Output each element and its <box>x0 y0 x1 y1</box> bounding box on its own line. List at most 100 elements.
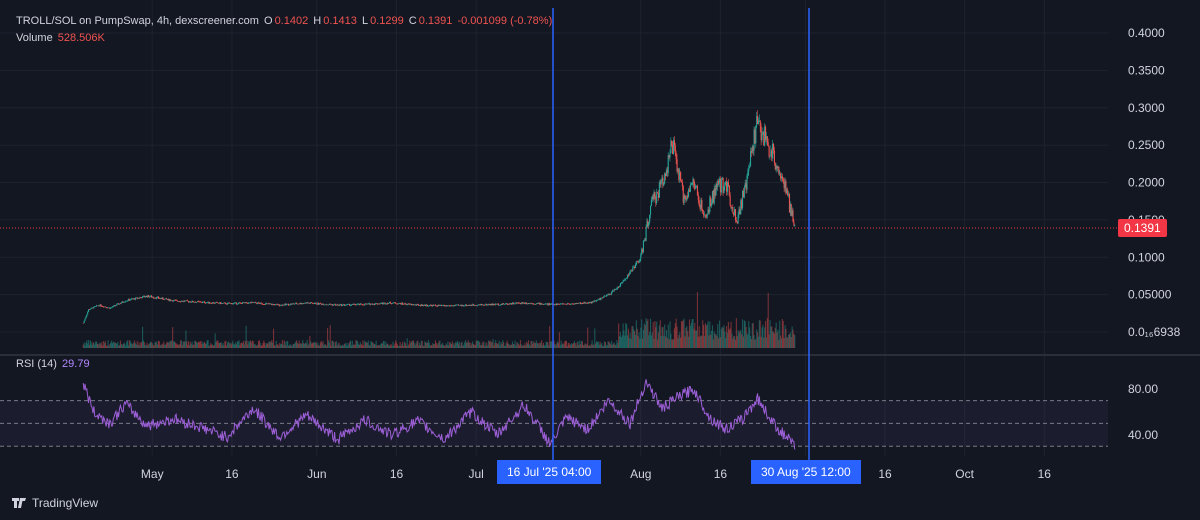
candle-body <box>385 303 387 305</box>
candle-body <box>513 303 515 305</box>
x-tick-label: Jun <box>307 467 326 481</box>
candle-body <box>499 304 501 306</box>
rsi-legend: RSI (14) 29.79 <box>16 358 92 370</box>
candle-body <box>115 305 117 306</box>
candle-body <box>213 303 215 304</box>
candle-body <box>729 195 731 206</box>
candle-body <box>462 304 464 306</box>
y-tick-label: 0.3500 <box>1128 63 1165 77</box>
candle-body <box>86 314 88 317</box>
candle-body <box>675 152 677 160</box>
candle-body <box>212 302 214 304</box>
candle-body <box>523 302 525 304</box>
close-label: C <box>408 15 417 27</box>
candle-body <box>493 303 495 305</box>
candle-body <box>119 303 122 305</box>
x-tick-label: 16 <box>1038 467 1052 481</box>
candle-body <box>203 301 206 303</box>
y-tick-label: 0.05000 <box>1128 288 1172 302</box>
candle-body <box>112 305 114 307</box>
candle-body <box>746 176 748 190</box>
rsi-value: 29.79 <box>62 358 90 370</box>
candle-body <box>84 318 86 321</box>
candle-body <box>605 295 607 297</box>
candle-body <box>778 166 780 174</box>
candle-body <box>157 296 160 299</box>
volume-value: 528.506K <box>57 32 105 44</box>
candle-body <box>524 303 526 305</box>
rsi-band <box>0 400 1108 447</box>
candle-body <box>402 302 404 305</box>
candle-body <box>749 151 752 167</box>
candle-body <box>759 120 761 127</box>
candle-body <box>380 303 382 305</box>
candle-body <box>658 182 660 198</box>
candle-body <box>747 171 749 177</box>
candle-body <box>728 185 730 196</box>
low-label: L <box>361 15 369 27</box>
candle-body <box>671 140 673 145</box>
candle-body <box>620 282 622 284</box>
candle-body <box>648 222 650 227</box>
candle-body <box>428 305 430 307</box>
candle-body <box>782 179 784 183</box>
candle-body <box>639 259 641 262</box>
volume-label[interactable]: Volume <box>16 32 53 44</box>
candle-body <box>257 302 260 304</box>
overlays <box>0 8 1118 460</box>
candle-body <box>624 279 626 281</box>
candle-body <box>732 207 734 213</box>
candle-body <box>397 303 399 305</box>
candle-body <box>673 140 675 146</box>
y-tick-label: 0.2500 <box>1128 138 1165 152</box>
candle-body <box>116 304 118 306</box>
candle-body <box>768 146 770 157</box>
candle-body <box>152 297 154 298</box>
candle-body <box>443 305 445 306</box>
tradingview-logo[interactable]: TradingView <box>12 496 98 510</box>
low-value: 0.1299 <box>370 15 404 27</box>
candle-body <box>638 261 640 263</box>
candle-body <box>484 304 486 306</box>
candle-body <box>724 182 726 187</box>
x-tick-label: 16 <box>714 467 728 481</box>
chart-stage[interactable]: 0.40000.35000.30000.25000.20000.15000.10… <box>0 0 1200 520</box>
candle-body <box>129 299 131 301</box>
candle-body <box>737 214 739 224</box>
candle-body <box>616 288 618 290</box>
change-value: -0.001099 (-0.78%) <box>457 15 553 27</box>
candle-body <box>246 302 248 304</box>
candle-body <box>634 264 637 268</box>
x-tick-label: May <box>141 467 164 481</box>
candle-body <box>82 323 84 324</box>
rsi-label[interactable]: RSI (14) <box>16 358 57 370</box>
candle-body <box>621 282 623 283</box>
candle-body <box>434 304 437 306</box>
crosshair-date-left: 16 Jul '25 04:00 <box>497 460 602 484</box>
candle-body <box>329 303 331 305</box>
candle-body <box>660 180 662 185</box>
candle-body <box>654 192 656 197</box>
candle-body <box>313 303 315 305</box>
candle-body <box>663 183 665 186</box>
candle-body <box>89 309 91 310</box>
crosshair-date-right: 30 Aug '25 12:00 <box>751 460 861 484</box>
rsi-tick-label: 40.00 <box>1128 428 1158 442</box>
pair-label[interactable]: TROLL/SOL on PumpSwap, 4h, dexscreener.c… <box>16 15 259 27</box>
candle-body <box>165 298 168 300</box>
candle-body <box>105 307 107 308</box>
y-tick-label: 0.4000 <box>1128 26 1165 40</box>
candle-body <box>404 303 406 305</box>
candle-body <box>288 304 291 306</box>
candle-body <box>681 182 683 187</box>
candle-body <box>176 300 178 302</box>
candle-body <box>149 296 151 298</box>
candle-body <box>619 283 621 287</box>
candle-body <box>596 299 598 301</box>
y-tick-label: 0.0₁₆6938 <box>1128 325 1181 339</box>
chart-canvas[interactable]: 0.40000.35000.30000.25000.20000.15000.10… <box>0 0 1200 520</box>
candle-body <box>164 298 166 300</box>
candle-body <box>261 303 263 305</box>
candle-body <box>189 301 191 303</box>
candle-body <box>532 303 534 304</box>
